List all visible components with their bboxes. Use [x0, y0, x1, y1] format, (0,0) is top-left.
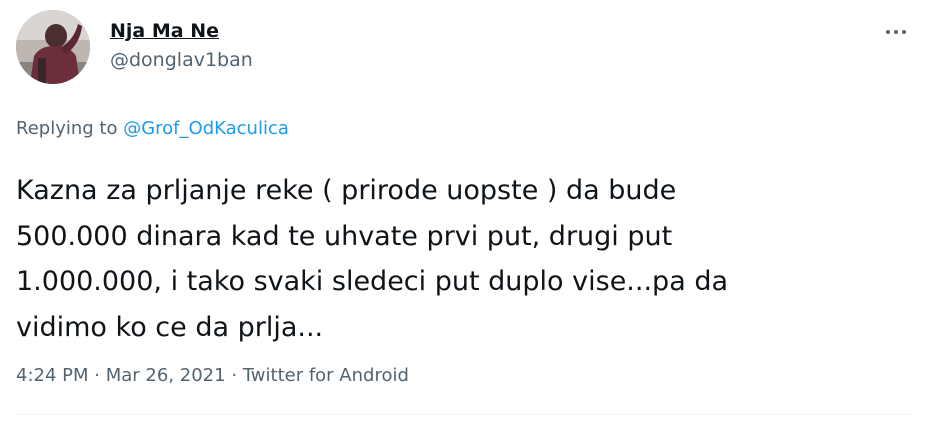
author-display-name[interactable]: Nja Ma Ne — [110, 18, 253, 44]
meta-separator: · — [94, 365, 100, 386]
avatar-image — [16, 10, 90, 84]
replying-to-mention-link[interactable]: @Grof_OdKaculica — [123, 118, 289, 139]
user-block: Nja Ma Ne @donglav1ban — [110, 18, 253, 74]
tweet-date[interactable]: Mar 26, 2021 — [106, 365, 226, 386]
author-handle[interactable]: @donglav1ban — [110, 46, 253, 74]
tweet-meta: 4:24 PM · Mar 26, 2021 · Twitter for And… — [16, 364, 409, 388]
divider — [16, 414, 912, 415]
meta-separator: · — [231, 365, 238, 386]
tweet-time[interactable]: 4:24 PM — [16, 365, 89, 386]
tweet-source[interactable]: Twitter for Android — [243, 365, 409, 386]
tweet-text: Kazna za prljanje reke ( prirode uopste … — [16, 175, 729, 343]
more-horizontal-icon — [886, 30, 890, 34]
more-options-button[interactable] — [878, 22, 914, 42]
replying-to-label: Replying to — [16, 118, 118, 139]
avatar[interactable] — [16, 10, 90, 84]
tweet-card: Nja Ma Ne @donglav1ban Replying to @Grof… — [0, 0, 940, 425]
replying-to-line: Replying to @Grof_OdKaculica — [16, 117, 289, 141]
more-horizontal-icon-dot — [902, 30, 906, 34]
more-horizontal-icon-dot — [894, 30, 898, 34]
